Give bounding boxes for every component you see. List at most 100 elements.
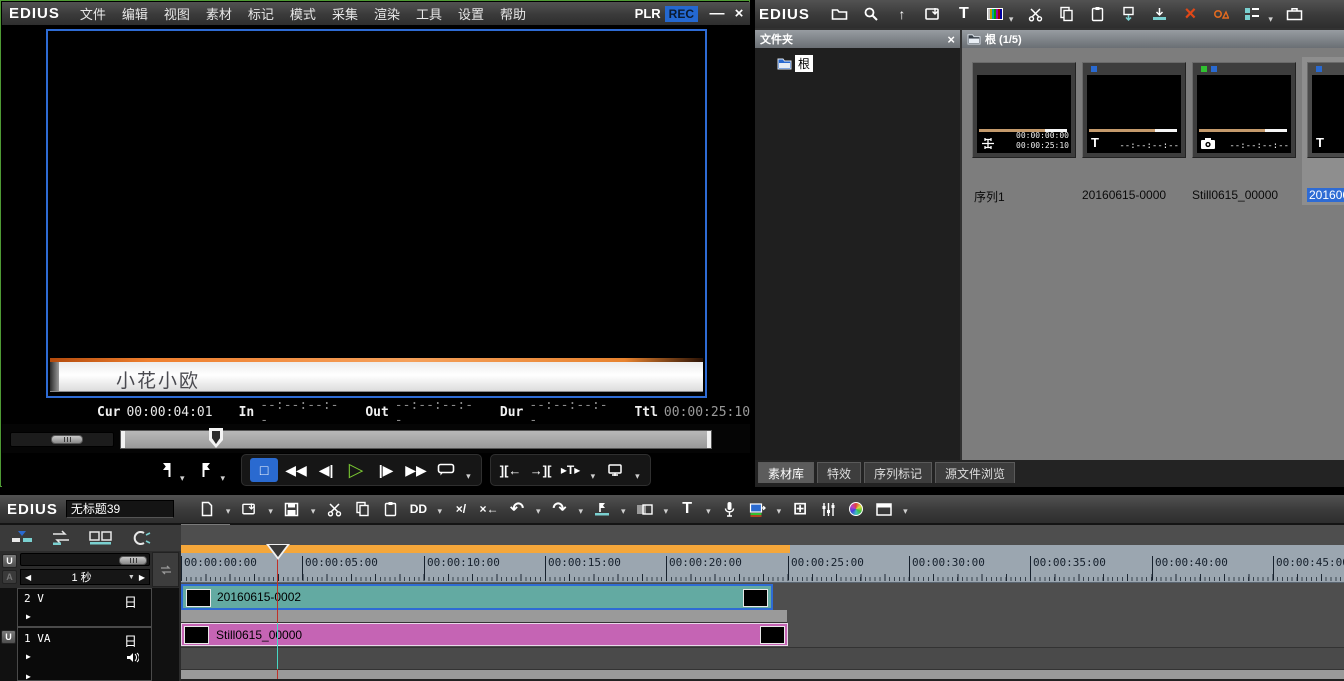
cut-button[interactable] xyxy=(1024,3,1046,25)
timeline-clip-video[interactable]: 20160615-0002 xyxy=(181,584,773,610)
loop-playback-button[interactable] xyxy=(434,458,458,482)
delete-in-out-button[interactable]: ×/ xyxy=(450,498,472,520)
menu-clip[interactable]: 素材 xyxy=(198,2,240,25)
bin-clip-label[interactable]: 序列1 xyxy=(974,188,1005,205)
ripple-mode-icon[interactable] xyxy=(88,530,114,546)
zoom-right-arrow-icon[interactable]: ▶ xyxy=(135,573,149,582)
track-height-handle[interactable] xyxy=(119,556,147,565)
fast-forward-button[interactable]: ▶▶ xyxy=(404,458,428,482)
stop-button[interactable]: □ xyxy=(250,458,278,482)
track-1va-mute-button[interactable]: U xyxy=(1,630,16,644)
delete-gap-button[interactable]: ×← xyxy=(478,498,500,520)
bin-clip-title1[interactable]: T --:--:--:-- xyxy=(1082,62,1186,158)
track-header-2v[interactable]: 2 V 日 ▶ xyxy=(17,588,152,627)
undo-caret[interactable]: ▾ xyxy=(534,506,543,517)
group-mode-icon[interactable] xyxy=(130,530,154,546)
track-height-slider[interactable] xyxy=(20,553,150,566)
menu-marker[interactable]: 标记 xyxy=(240,2,282,25)
bin-clip-label-selected[interactable]: 201606 xyxy=(1307,188,1344,202)
copy-button[interactable] xyxy=(1055,3,1077,25)
export-button[interactable] xyxy=(603,458,627,482)
mixer-strip[interactable] xyxy=(181,610,787,623)
rec-mode-indicator[interactable]: REC xyxy=(665,6,698,22)
play-around-dropdown-caret[interactable]: ▾ xyxy=(589,471,598,482)
timeline-paste-button[interactable] xyxy=(379,498,401,520)
redo-caret[interactable]: ▾ xyxy=(577,506,586,517)
out-point-dropdown-caret[interactable]: ▾ xyxy=(219,473,228,484)
root-folder-label[interactable]: 根 xyxy=(795,55,813,72)
insert-overwrite-mode-icon[interactable] xyxy=(10,530,34,546)
timeline-overview-bar[interactable] xyxy=(181,545,1344,553)
redo-button[interactable]: ↷ xyxy=(549,498,571,520)
track-2v-video-icon[interactable]: 日 xyxy=(124,592,137,611)
rewind-button[interactable]: ◀◀ xyxy=(284,458,308,482)
bin-clip-label[interactable]: 20160615-0000 xyxy=(1082,188,1166,202)
track-2v-side-cell[interactable] xyxy=(0,588,17,627)
menu-file[interactable]: 文件 xyxy=(72,2,114,25)
track-row-2v[interactable]: 20160615-0002 xyxy=(181,584,1344,610)
audio-sub-row[interactable] xyxy=(181,647,1344,669)
add-to-timeline-button[interactable] xyxy=(1117,3,1139,25)
ripple-delete-caret[interactable]: ▾ xyxy=(435,506,444,517)
ripple-delete-button[interactable]: DD xyxy=(407,498,429,520)
track-1va-video-icon[interactable]: 日 xyxy=(124,631,137,650)
solo-button[interactable]: A xyxy=(2,570,17,584)
menu-render[interactable]: 渲染 xyxy=(366,2,408,25)
save-project-caret[interactable]: ▾ xyxy=(309,506,318,517)
add-cut-point-button[interactable] xyxy=(591,498,613,520)
sync-mode-icon[interactable] xyxy=(50,530,72,546)
track-sync-cell[interactable] xyxy=(152,552,179,587)
track-header-1va[interactable]: 1 VA 日 ▶ ▶ xyxy=(17,627,152,681)
folder-tree-root-item[interactable]: 根 xyxy=(777,55,813,72)
add-transition-button[interactable] xyxy=(634,498,656,520)
set-out-point-button[interactable] xyxy=(195,458,219,482)
undo-button[interactable]: ↶ xyxy=(506,498,528,520)
loop-dropdown-caret[interactable]: ▾ xyxy=(464,471,473,482)
zoom-left-arrow-icon[interactable]: ◀ xyxy=(21,573,35,582)
folder-panel-close-icon[interactable]: × xyxy=(947,32,955,47)
menu-tools[interactable]: 工具 xyxy=(408,2,450,25)
delete-button[interactable]: × xyxy=(1179,3,1201,25)
tab-effects[interactable]: 特效 xyxy=(817,462,861,483)
playhead-marker[interactable] xyxy=(266,544,290,560)
track-1va-audio-expand-icon[interactable]: ▶ xyxy=(26,672,31,681)
shuttle-slider[interactable] xyxy=(10,432,114,447)
set-in-point-button[interactable] xyxy=(154,458,178,482)
open-project-button[interactable] xyxy=(238,498,260,520)
next-frame-button[interactable]: |▶ xyxy=(374,458,398,482)
track-row-1va[interactable]: Still0615_00000 xyxy=(181,623,1344,647)
export-dropdown-caret[interactable]: ▾ xyxy=(633,471,642,482)
zoom-dropdown-caret[interactable]: ▼ xyxy=(128,574,135,581)
tab-sequence-markers[interactable]: 序列标记 xyxy=(864,462,932,483)
play-button[interactable]: ▷ xyxy=(344,458,368,482)
bin-clip-sequence[interactable]: 00:00:00:00 00:00:25:10 xyxy=(972,62,1076,158)
voiceover-button[interactable] xyxy=(719,498,741,520)
timeline-ruler[interactable]: 00:00:00:00 00:00:05:00 00:00:10:00 00:0… xyxy=(181,553,1344,583)
play-around-cursor-button[interactable]: ▸T▸ xyxy=(559,458,583,482)
multicam-button[interactable]: ⊞ xyxy=(789,498,811,520)
title-tool-button[interactable]: T xyxy=(676,498,698,520)
window-layout-button[interactable] xyxy=(873,498,895,520)
project-title-field[interactable]: 无标题39 xyxy=(66,500,174,518)
menu-help[interactable]: 帮助 xyxy=(492,2,534,25)
new-sequence-button[interactable] xyxy=(196,498,218,520)
master-mute-button[interactable]: U xyxy=(2,554,17,568)
window-layout-caret[interactable]: ▾ xyxy=(901,506,910,517)
overwrite-to-timeline-button[interactable] xyxy=(1148,3,1170,25)
timeline-clip-still[interactable]: Still0615_00000 xyxy=(181,623,788,646)
color-correction-button[interactable] xyxy=(845,498,867,520)
minimize-button[interactable]: — xyxy=(706,5,728,22)
bin-clip-still[interactable]: --:--:--:-- xyxy=(1192,62,1296,158)
in-point-dropdown-caret[interactable]: ▾ xyxy=(178,473,187,484)
goto-out-button[interactable]: →][ xyxy=(529,458,553,482)
open-project-caret[interactable]: ▾ xyxy=(266,506,275,517)
create-title-button[interactable]: T xyxy=(953,3,975,25)
bin-clip-title2[interactable]: T xyxy=(1307,62,1344,158)
title-tool-caret[interactable]: ▾ xyxy=(704,506,713,517)
menu-settings[interactable]: 设置 xyxy=(450,2,492,25)
bin-clip-label[interactable]: Still0615_00000 xyxy=(1192,188,1278,202)
colorbars-button[interactable] xyxy=(984,3,1006,25)
view-mode-button[interactable] xyxy=(1241,3,1263,25)
toolbox-button[interactable] xyxy=(1284,3,1306,25)
track-2v-right-cell[interactable] xyxy=(152,588,179,627)
